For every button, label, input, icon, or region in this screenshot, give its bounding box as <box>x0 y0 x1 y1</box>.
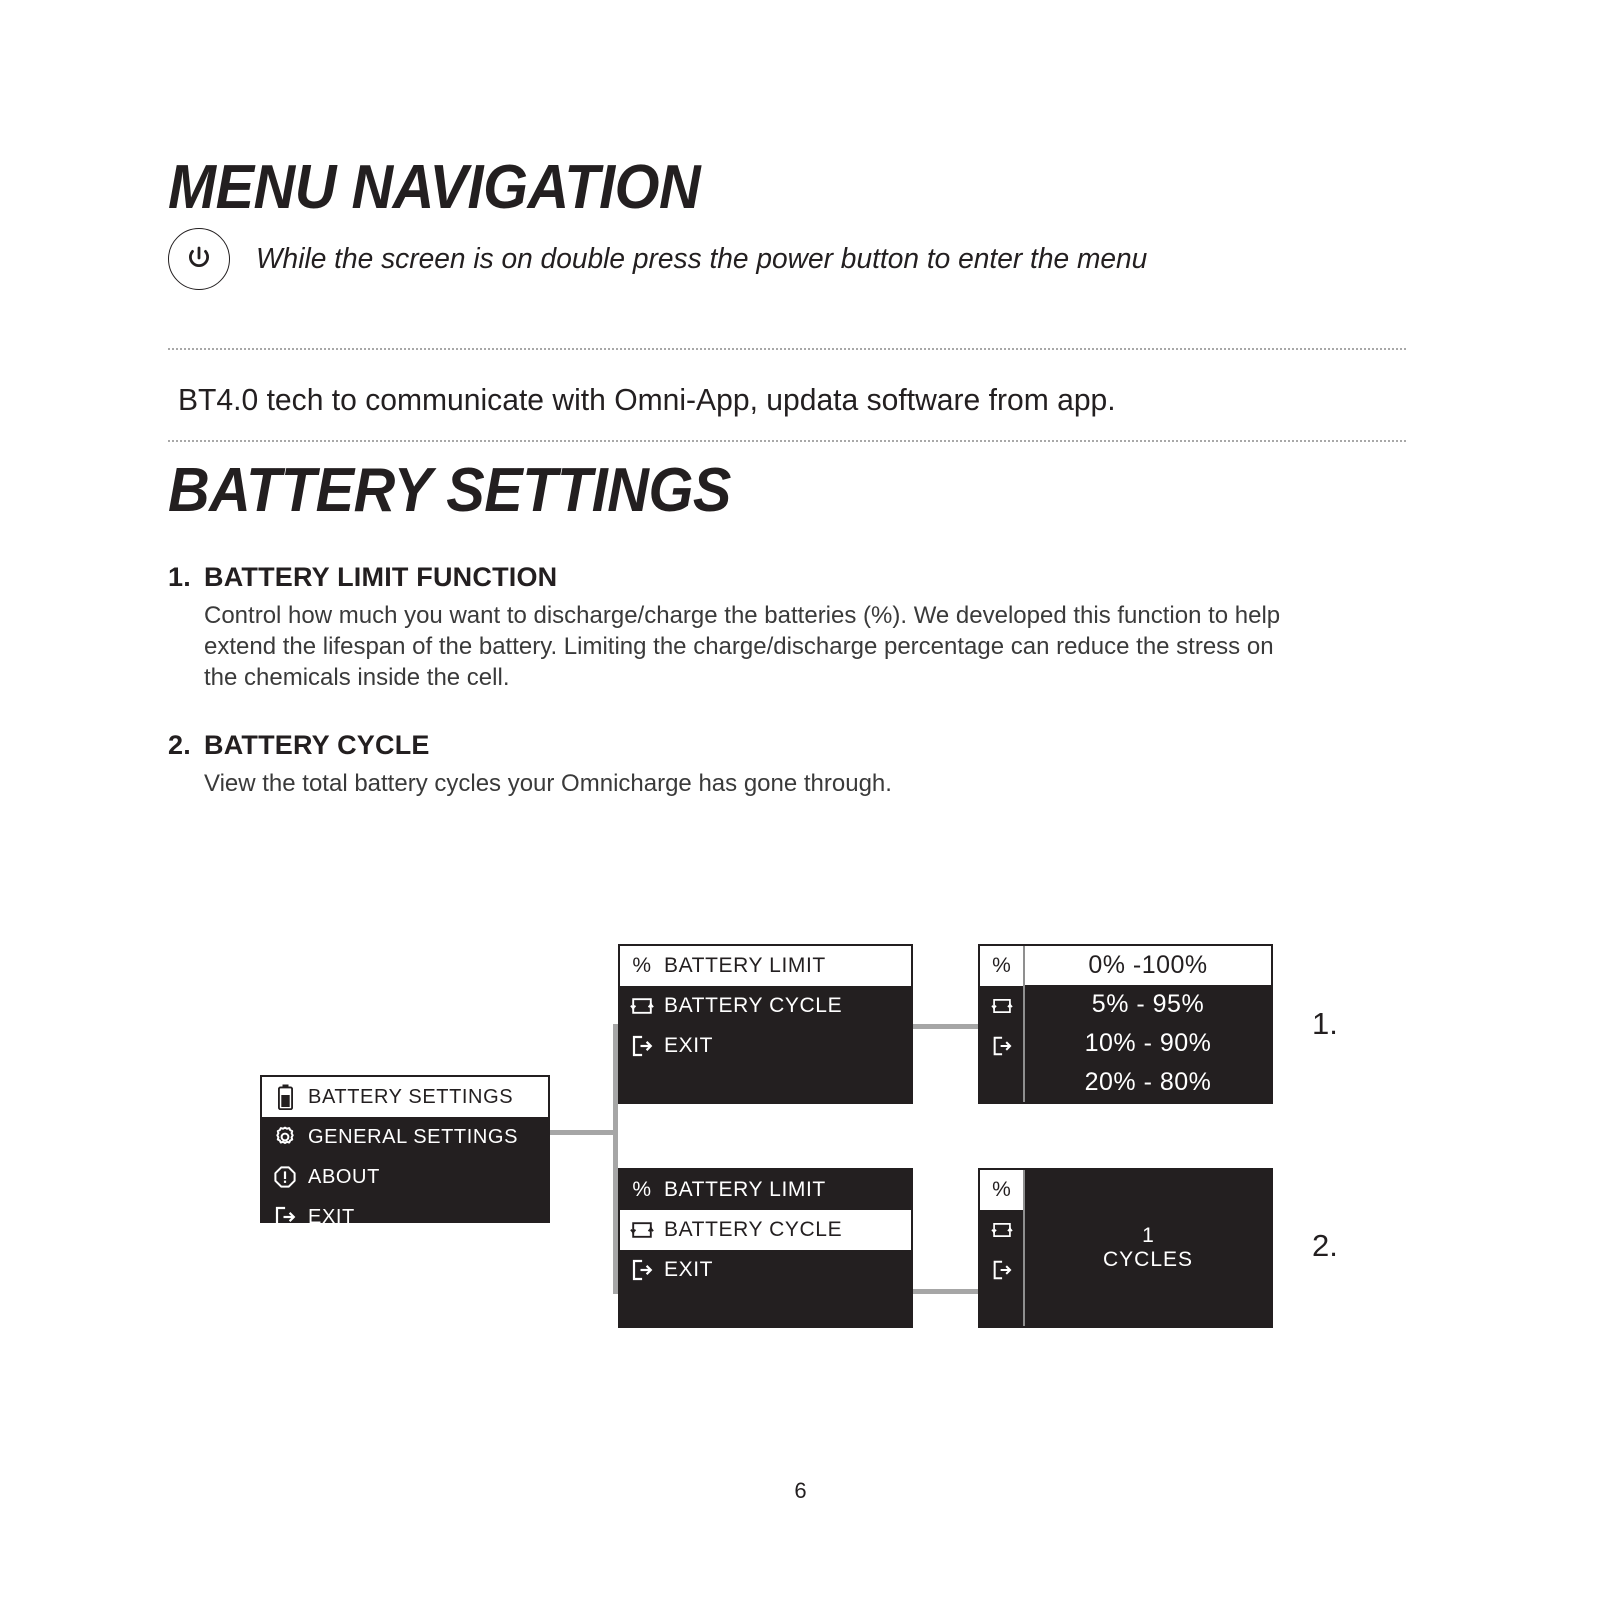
limit-option[interactable]: 0% -100% <box>1025 946 1271 985</box>
limit-option[interactable]: 10% - 90% <box>1025 1024 1271 1063</box>
submenu-item-battery-cycle[interactable]: BATTERY CYCLE <box>620 986 911 1026</box>
section-title-battery-settings: BATTERY SETTINGS <box>168 456 731 525</box>
gear-icon <box>262 1125 308 1149</box>
exit-icon <box>620 1034 664 1058</box>
callout-number-1: 1. <box>1312 1006 1338 1041</box>
menu-item-exit[interactable]: EXIT <box>262 1197 548 1237</box>
screen-battery-submenu-cycle: % BATTERY LIMIT BATTERY CYCLE EXIT <box>618 1168 913 1328</box>
limit-option-list: 0% -100% 5% - 95% 10% - 90% 20% - 80% <box>1025 946 1271 1102</box>
exit-icon <box>262 1205 308 1229</box>
menu-navigation-diagram: BATTERY SETTINGS GENERAL SETTINGS ABOUT … <box>0 900 1601 1370</box>
cycle-count-value: 1 <box>1142 1223 1154 1247</box>
power-button-note: While the screen is on double press the … <box>168 228 1175 290</box>
screen-battery-submenu-limit: % BATTERY LIMIT BATTERY CYCLE EXIT <box>618 944 913 1104</box>
feature-heading: 2. BATTERY CYCLE <box>168 730 1298 761</box>
power-icon <box>168 228 230 290</box>
percent-icon[interactable]: % <box>980 946 1023 986</box>
icon-rail: % <box>980 1170 1025 1326</box>
menu-item-label: BATTERY SETTINGS <box>308 1085 514 1108</box>
connector-sub2-to-panel2 <box>913 1289 980 1294</box>
connector-main-to-trunk <box>550 1130 618 1135</box>
submenu-item-label: EXIT <box>664 1258 714 1281</box>
feature-body: View the total battery cycles your Omnic… <box>204 770 892 797</box>
cycle-icon[interactable] <box>980 986 1023 1026</box>
menu-item-battery-settings[interactable]: BATTERY SETTINGS <box>262 1077 548 1117</box>
divider-top <box>168 348 1406 350</box>
submenu-item-battery-limit[interactable]: % BATTERY LIMIT <box>620 1170 911 1210</box>
divider-bottom <box>168 440 1406 442</box>
feature-heading: 1. BATTERY LIMIT FUNCTION <box>168 562 1298 593</box>
submenu-item-battery-limit[interactable]: % BATTERY LIMIT <box>620 946 911 986</box>
feature-title: BATTERY CYCLE <box>204 730 430 760</box>
cycle-count-area: 1 CYCLES <box>1025 1170 1271 1326</box>
cycle-icon <box>620 996 664 1016</box>
cycle-icon <box>620 1220 664 1240</box>
submenu-item-label: EXIT <box>664 1034 714 1057</box>
bluetooth-note: BT4.0 tech to communicate with Omni-App,… <box>178 382 1116 417</box>
manual-page: MENU NAVIGATION While the screen is on d… <box>0 0 1601 1601</box>
submenu-item-label: BATTERY CYCLE <box>664 1218 843 1241</box>
menu-item-label: EXIT <box>308 1205 355 1228</box>
exit-icon[interactable] <box>980 1026 1023 1066</box>
screen-battery-limit-options: % 0% -100% 5% - 95% 10% - 90% 20% - 80% <box>978 944 1273 1104</box>
percent-icon[interactable]: % <box>980 1170 1023 1210</box>
cycle-icon[interactable] <box>980 1210 1023 1250</box>
submenu-item-label: BATTERY LIMIT <box>664 1178 826 1201</box>
menu-item-label: ABOUT <box>308 1165 380 1188</box>
list-item: 1. BATTERY LIMIT FUNCTION Control how mu… <box>168 562 1298 694</box>
menu-item-general-settings[interactable]: GENERAL SETTINGS <box>262 1117 548 1157</box>
callout-number-2: 2. <box>1312 1228 1338 1263</box>
limit-option[interactable]: 20% - 80% <box>1025 1063 1271 1102</box>
percent-icon: % <box>632 1178 652 1201</box>
icon-rail: % <box>980 946 1025 1102</box>
connector-sub1-to-panel1 <box>913 1024 980 1029</box>
power-note-text: While the screen is on double press the … <box>256 242 1148 275</box>
submenu-item-exit[interactable]: EXIT <box>620 1026 911 1066</box>
screen-main-menu: BATTERY SETTINGS GENERAL SETTINGS ABOUT … <box>260 1075 550 1228</box>
feature-body: Control how much you want to discharge/c… <box>204 602 1281 692</box>
submenu-item-label: BATTERY LIMIT <box>664 954 826 977</box>
percent-icon: % <box>632 954 652 977</box>
limit-option[interactable]: 5% - 95% <box>1025 985 1271 1024</box>
cycle-count-display: 1 CYCLES <box>1025 1170 1271 1326</box>
feature-title: BATTERY LIMIT FUNCTION <box>204 562 558 592</box>
menu-item-label: GENERAL SETTINGS <box>308 1125 519 1148</box>
exit-icon[interactable] <box>980 1250 1023 1290</box>
battery-icon <box>262 1084 308 1110</box>
page-number: 6 <box>794 1478 807 1503</box>
menu-item-about[interactable]: ABOUT <box>262 1157 548 1197</box>
about-icon <box>262 1165 308 1189</box>
submenu-item-battery-cycle[interactable]: BATTERY CYCLE <box>620 1210 911 1250</box>
feature-number: 1. <box>168 562 191 592</box>
submenu-item-exit[interactable]: EXIT <box>620 1250 911 1290</box>
page-title-menu-navigation: MENU NAVIGATION <box>168 153 701 222</box>
screen-battery-cycle-count: % 1 CYCLES <box>978 1168 1273 1328</box>
feature-number: 2. <box>168 730 191 760</box>
list-item: 2. BATTERY CYCLE View the total battery … <box>168 730 1298 799</box>
cycle-count-label: CYCLES <box>1102 1248 1194 1271</box>
exit-icon <box>620 1258 664 1282</box>
submenu-item-label: BATTERY CYCLE <box>664 994 843 1017</box>
